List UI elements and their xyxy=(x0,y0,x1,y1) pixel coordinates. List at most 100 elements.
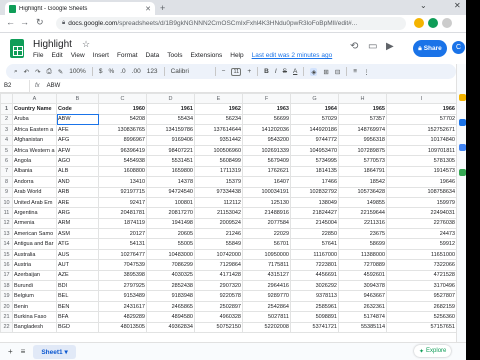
font-size-decrease-icon[interactable]: − xyxy=(222,68,226,75)
cell[interactable]: 5531451 xyxy=(146,155,195,167)
cell[interactable]: Code xyxy=(56,103,99,115)
cell[interactable]: AGO xyxy=(56,155,99,167)
cell[interactable]: 13410 xyxy=(98,176,147,188)
cell[interactable]: 9169406 xyxy=(146,134,195,146)
menu-file[interactable]: File xyxy=(33,52,43,59)
cell[interactable]: 9744772 xyxy=(290,134,339,146)
cell[interactable]: 1864791 xyxy=(338,165,387,178)
cell[interactable]: 5454938 xyxy=(98,155,147,167)
cell[interactable]: 21488916 xyxy=(242,207,291,219)
column-header[interactable]: A xyxy=(12,92,57,105)
cell[interactable]: Belgium xyxy=(12,290,57,302)
cell[interactable]: 2502897 xyxy=(194,300,243,313)
cell[interactable]: 2542864 xyxy=(242,300,291,313)
cell[interactable]: AFW xyxy=(56,144,99,157)
cell[interactable]: 2077584 xyxy=(242,217,291,230)
cell[interactable]: 55434 xyxy=(146,113,195,126)
cell[interactable]: 9220578 xyxy=(194,290,243,302)
row-header[interactable]: 7 xyxy=(0,165,13,178)
cell[interactable]: 138049 xyxy=(290,196,339,209)
cell[interactable]: 55005 xyxy=(146,238,195,250)
cell[interactable]: 54208 xyxy=(98,113,147,126)
history-icon[interactable]: ⟲ xyxy=(350,41,358,52)
cell[interactable]: ATG xyxy=(56,238,99,250)
cell[interactable]: 134159786 xyxy=(146,124,195,136)
cell[interactable]: 20127 xyxy=(98,228,147,240)
cell[interactable]: 57641 xyxy=(290,238,339,250)
cell[interactable]: 1814135 xyxy=(290,165,339,178)
cell[interactable]: 57157651 xyxy=(386,321,457,334)
cell[interactable]: 10950000 xyxy=(242,248,291,261)
cell[interactable]: 92197715 xyxy=(98,186,147,198)
cell[interactable]: American Samo xyxy=(12,228,57,240)
cell[interactable]: 100506960 xyxy=(194,144,243,157)
cell[interactable]: 125130 xyxy=(242,196,291,209)
row-header[interactable]: 4 xyxy=(0,134,13,146)
cell[interactable]: AUT xyxy=(56,259,99,271)
formula-input[interactable]: ABW xyxy=(45,83,61,89)
cell[interactable]: 1762621 xyxy=(242,165,291,178)
cell[interactable]: 20605 xyxy=(146,228,195,240)
cell[interactable]: 98407221 xyxy=(146,144,195,157)
menu-insert[interactable]: Insert xyxy=(93,52,109,59)
row-header[interactable]: 19 xyxy=(0,290,13,302)
cell[interactable]: 50752150 xyxy=(194,321,243,334)
zoom-select[interactable]: 100% xyxy=(69,68,86,75)
cell[interactable]: 7086299 xyxy=(146,259,195,271)
add-sheet-button[interactable]: + xyxy=(8,347,13,356)
cell[interactable]: 102832792 xyxy=(290,186,339,198)
spreadsheet-grid[interactable]: A B C D E F G H I 1 Country Name Code 1960 1… xyxy=(0,92,457,334)
cell[interactable]: 2852438 xyxy=(146,280,195,292)
font-select[interactable]: Calibri xyxy=(171,68,209,75)
cell[interactable]: 96396419 xyxy=(98,144,147,157)
column-header[interactable]: B xyxy=(56,92,99,105)
cell[interactable]: 159979 xyxy=(386,196,457,209)
cell[interactable]: 7047539 xyxy=(98,259,147,271)
contacts-icon[interactable] xyxy=(459,144,466,151)
fill-color-icon[interactable]: ◈ xyxy=(310,67,318,76)
cell[interactable]: 5608499 xyxy=(194,155,243,167)
window-close-icon[interactable]: ✕ xyxy=(454,1,461,10)
cell[interactable]: 22159644 xyxy=(338,207,387,219)
cell[interactable]: BFA xyxy=(56,311,99,323)
cell[interactable]: 4030325 xyxy=(146,269,195,282)
cell[interactable]: 14378 xyxy=(146,176,195,188)
cell[interactable]: 9543200 xyxy=(242,134,291,146)
cell[interactable]: 9153489 xyxy=(98,290,147,302)
cell[interactable]: 1964 xyxy=(290,103,339,115)
cell[interactable]: 1608800 xyxy=(98,165,147,178)
cell[interactable]: 16407 xyxy=(242,176,291,188)
cell[interactable]: 2797925 xyxy=(98,280,147,292)
row-header[interactable]: 22 xyxy=(0,321,13,334)
cell[interactable]: 3895398 xyxy=(98,269,147,282)
cell[interactable]: 8996967 xyxy=(98,134,147,146)
meet-icon[interactable]: ▶ xyxy=(386,41,394,52)
cell[interactable]: Arab World xyxy=(12,186,57,198)
cell[interactable]: 15379 xyxy=(194,176,243,188)
cell[interactable]: 1941498 xyxy=(146,217,195,230)
document-title[interactable]: Highlight xyxy=(33,39,72,50)
bold-button[interactable]: B xyxy=(264,68,269,75)
cell[interactable]: 108758634 xyxy=(386,186,457,198)
back-icon[interactable]: ← xyxy=(6,17,15,27)
cell[interactable]: 4171428 xyxy=(194,269,243,282)
cell[interactable]: 105736428 xyxy=(338,186,387,198)
menu-format[interactable]: Format xyxy=(117,52,138,59)
cell[interactable]: 48013505 xyxy=(98,321,147,334)
cell[interactable]: 4592601 xyxy=(338,269,387,282)
cell[interactable]: 2632361 xyxy=(338,300,387,313)
cell[interactable]: 5256360 xyxy=(386,311,457,323)
cell[interactable]: 7129864 xyxy=(194,259,243,271)
cell[interactable]: 109701811 xyxy=(386,144,457,157)
cell[interactable]: ARM xyxy=(56,217,99,230)
cell[interactable]: BGD xyxy=(56,321,99,334)
tasks-icon[interactable] xyxy=(459,119,466,126)
cell[interactable]: 1966 xyxy=(386,103,457,115)
cell[interactable]: ABW xyxy=(56,113,99,126)
cell[interactable]: BDI xyxy=(56,280,99,292)
column-header[interactable]: H xyxy=(338,92,387,105)
column-header[interactable]: G xyxy=(290,92,339,105)
cell[interactable]: Africa Western a xyxy=(12,144,57,157)
cell[interactable]: 1960 xyxy=(98,103,147,115)
italic-button[interactable]: I xyxy=(275,68,277,75)
